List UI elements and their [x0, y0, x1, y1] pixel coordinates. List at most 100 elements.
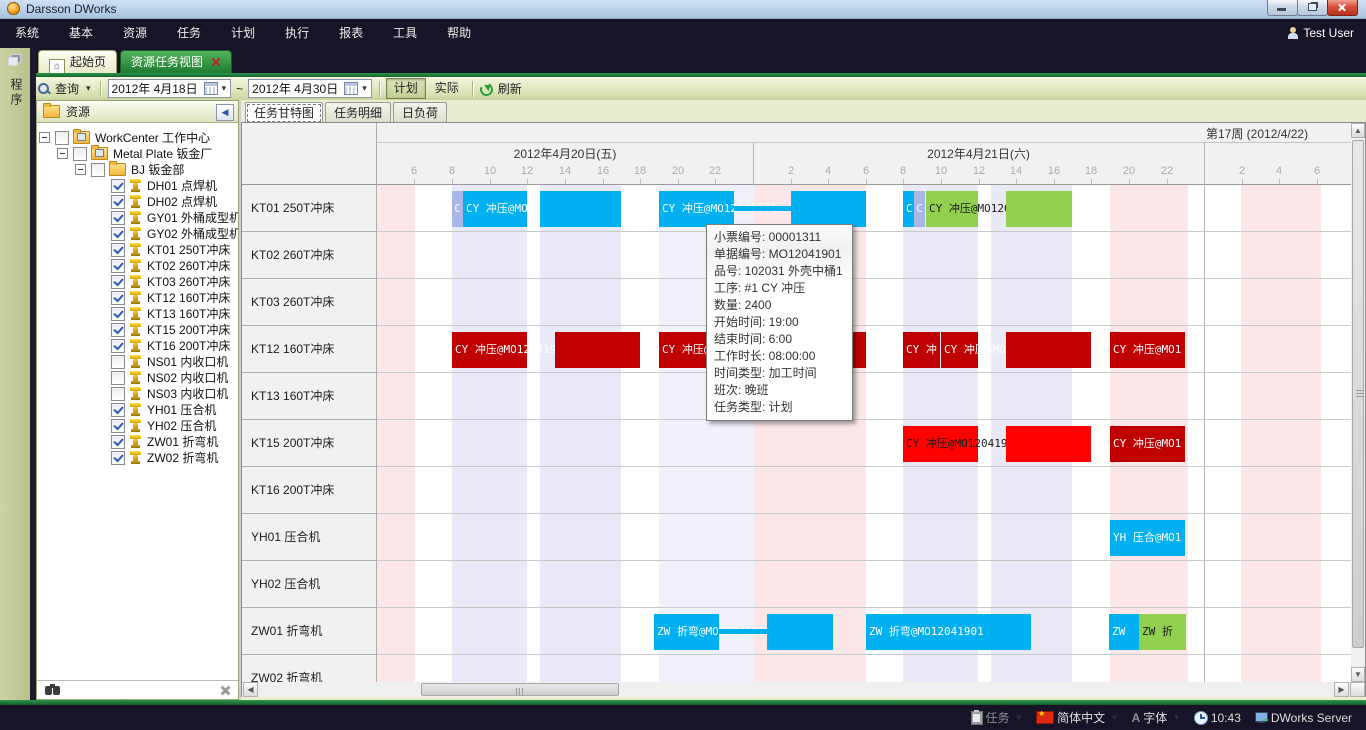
task-bar[interactable]: CY 冲压@MO12041902 — [926, 191, 978, 227]
task-bar-connector[interactable] — [719, 629, 767, 634]
resource-checkbox[interactable] — [111, 275, 125, 289]
tree-item[interactable]: KT01 250T冲床 — [37, 241, 238, 257]
task-bar[interactable]: CY 冲压@MO12041901 — [463, 191, 527, 227]
tab-resource-task-view[interactable]: 资源任务视图 — [120, 50, 232, 73]
dropdown-icon[interactable]: ▾ — [1174, 712, 1179, 723]
task-bar[interactable]: CY 冲压@MO12041904 — [452, 332, 527, 368]
resource-checkbox[interactable] — [55, 131, 69, 145]
task-bar[interactable]: ZW 折弯@MO12041901 — [654, 614, 719, 650]
date-to-picker[interactable]: 2012年 4月30日 ▾ — [248, 79, 372, 98]
scroll-left-icon[interactable]: ◀ — [243, 682, 258, 697]
tree-item[interactable]: KT13 160T冲床 — [37, 305, 238, 321]
tree-item[interactable]: GY02 外桶成型机 — [37, 225, 238, 241]
current-user[interactable]: Test User — [1287, 19, 1354, 48]
tree-item[interactable]: KT16 200T冲床 — [37, 337, 238, 353]
query-button[interactable]: 查询 — [55, 80, 79, 97]
resource-checkbox[interactable] — [111, 323, 125, 337]
dropdown-icon[interactable]: ▾ — [1112, 712, 1117, 723]
task-bar[interactable]: C — [903, 191, 914, 227]
vertical-scrollbar[interactable]: ▲ ▼ — [1351, 123, 1365, 682]
gantt-tab-任务甘特图[interactable]: 任务甘特图 — [245, 102, 323, 124]
task-bar[interactable]: C — [914, 191, 925, 227]
resource-checkbox[interactable] — [111, 291, 125, 305]
tree-item[interactable]: NS01 内收口机 — [37, 353, 238, 369]
task-bar[interactable]: CY 冲压@MO12041903 — [903, 426, 978, 462]
resource-checkbox[interactable] — [111, 435, 125, 449]
status-item-DWorks Server[interactable]: DWorks Server — [1255, 711, 1355, 725]
menu-item-任务[interactable]: 任务 — [162, 19, 216, 48]
calendar-icon[interactable] — [344, 82, 358, 95]
tree-item[interactable]: ZW02 折弯机 — [37, 449, 238, 465]
task-bar-connector[interactable] — [734, 206, 791, 211]
tree-item[interactable]: YH01 压合机 — [37, 401, 238, 417]
find-icon[interactable] — [45, 684, 61, 695]
scroll-up-icon[interactable]: ▲ — [1351, 123, 1365, 138]
tree-item[interactable]: NS02 内收口机 — [37, 369, 238, 385]
task-bar[interactable]: YH 压合@MO1 — [1110, 520, 1185, 556]
tree-item[interactable]: GY01 外桶成型机 — [37, 209, 238, 225]
resource-checkbox[interactable] — [111, 259, 125, 273]
task-bar[interactable] — [540, 191, 621, 227]
menu-item-工具[interactable]: 工具 — [378, 19, 432, 48]
tree-item[interactable]: Metal Plate 钣金厂 — [37, 145, 238, 161]
resource-checkbox[interactable] — [111, 371, 125, 385]
program-panel-icon[interactable] — [8, 54, 20, 65]
minimize-button[interactable] — [1267, 0, 1298, 16]
refresh-icon[interactable] — [480, 83, 492, 95]
collapse-node-icon[interactable] — [75, 164, 86, 175]
status-item-字体[interactable]: A字体▾ — [1132, 709, 1183, 726]
resource-checkbox[interactable] — [111, 211, 125, 225]
task-bar[interactable]: ZW 折 — [1139, 614, 1186, 650]
menu-item-执行[interactable]: 执行 — [270, 19, 324, 48]
resource-checkbox[interactable] — [91, 163, 105, 177]
resource-checkbox[interactable] — [111, 355, 125, 369]
task-bar[interactable]: CY 冲 — [903, 332, 940, 368]
dropdown-icon[interactable]: ▾ — [1017, 712, 1022, 723]
resource-checkbox[interactable] — [111, 179, 125, 193]
menu-item-基本[interactable]: 基本 — [54, 19, 108, 48]
task-bar[interactable] — [1006, 332, 1091, 368]
collapse-node-icon[interactable] — [57, 148, 68, 159]
scroll-down-icon[interactable]: ▼ — [1351, 667, 1365, 682]
scroll-right-icon[interactable]: ▶ — [1334, 682, 1349, 697]
tree-item[interactable]: DH02 点焊机 — [37, 193, 238, 209]
calendar-icon[interactable] — [204, 82, 218, 95]
tree-item[interactable]: NS03 内收口机 — [37, 385, 238, 401]
clear-icon[interactable] — [220, 685, 230, 695]
collapse-panel-button[interactable]: ◀ — [216, 104, 234, 121]
resource-checkbox[interactable] — [111, 339, 125, 353]
resource-checkbox[interactable] — [111, 419, 125, 433]
plan-toggle-button[interactable]: 计划 — [386, 78, 426, 99]
status-item-简体中文[interactable]: 简体中文▾ — [1036, 709, 1121, 726]
rail-program-label[interactable]: 程序 — [8, 78, 25, 108]
tree-item[interactable]: WorkCenter 工作中心 — [37, 129, 238, 145]
date-from-picker[interactable]: 2012年 4月18日 ▾ — [108, 79, 232, 98]
actual-toggle-button[interactable]: 实际 — [428, 79, 466, 98]
resource-checkbox[interactable] — [111, 195, 125, 209]
task-bar[interactable] — [767, 614, 833, 650]
tree-item[interactable]: YH02 压合机 — [37, 417, 238, 433]
menu-item-帮助[interactable]: 帮助 — [432, 19, 486, 48]
tree-item[interactable]: KT15 200T冲床 — [37, 321, 238, 337]
menu-item-资源[interactable]: 资源 — [108, 19, 162, 48]
task-bar[interactable]: CY 冲压@MO12041901 — [659, 191, 734, 227]
task-bar[interactable]: ZW — [1109, 614, 1139, 650]
resource-checkbox[interactable] — [111, 387, 125, 401]
resource-checkbox[interactable] — [111, 243, 125, 257]
resource-checkbox[interactable] — [111, 307, 125, 321]
tree-item[interactable]: KT03 260T冲床 — [37, 273, 238, 289]
resource-checkbox[interactable] — [111, 227, 125, 241]
menu-item-计划[interactable]: 计划 — [216, 19, 270, 48]
resource-checkbox[interactable] — [73, 147, 87, 161]
task-bar[interactable]: CY 冲压@MO12041904 — [941, 332, 978, 368]
task-bar[interactable]: CY 冲压@MO1 — [1110, 426, 1185, 462]
resource-checkbox[interactable] — [111, 403, 125, 417]
gantt-tab-日负荷[interactable]: 日负荷 — [393, 102, 447, 123]
resource-checkbox[interactable] — [111, 451, 125, 465]
close-button[interactable] — [1327, 0, 1358, 16]
tree-item[interactable]: DH01 点焊机 — [37, 177, 238, 193]
task-bar[interactable] — [1006, 426, 1091, 462]
collapse-node-icon[interactable] — [39, 132, 50, 143]
status-item-10:43[interactable]: 10:43 — [1194, 711, 1244, 725]
tree-item[interactable]: KT12 160T冲床 — [37, 289, 238, 305]
